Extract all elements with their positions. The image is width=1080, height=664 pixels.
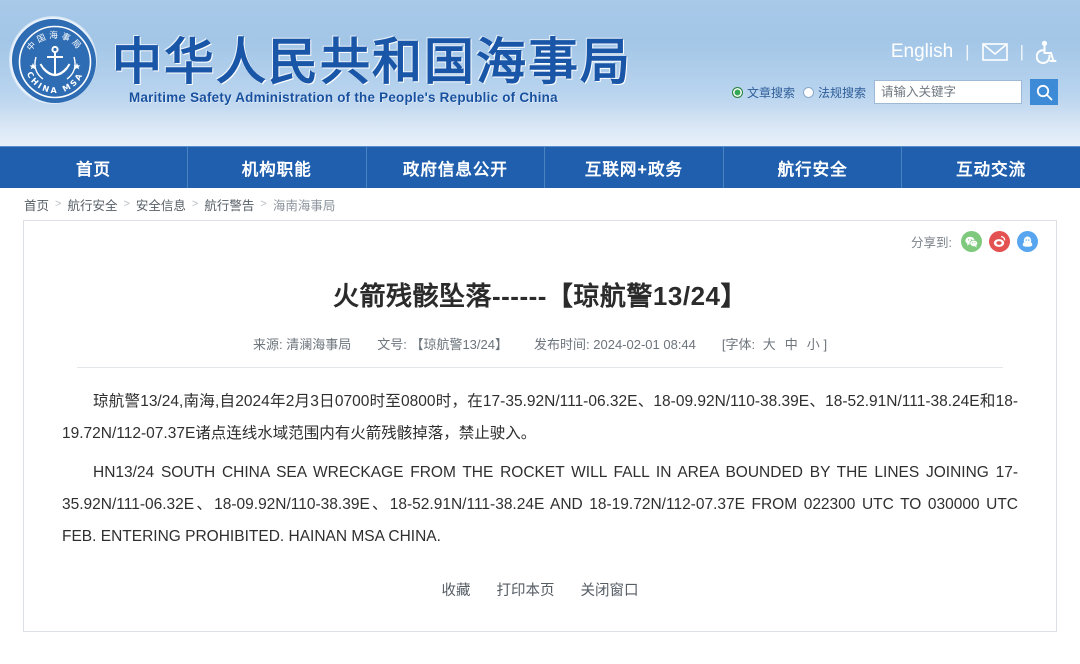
english-link[interactable]: English (891, 41, 953, 63)
font-size-large[interactable]: 大 (763, 334, 776, 353)
article-title: 火箭残骸坠落------【琼航警13/24】 (332, 281, 747, 312)
nav-item-egov[interactable]: 互联网+政务 (545, 147, 724, 188)
meta-source: 来源: 清澜海事局 (253, 334, 351, 353)
search-button[interactable] (1030, 79, 1058, 105)
main-navigation: 首页 机构职能 政府信息公开 互联网+政务 航行安全 互动交流 (0, 146, 1080, 188)
radio-article-search[interactable]: 文章搜索 (731, 84, 795, 101)
nav-item-home[interactable]: 首页 (0, 147, 188, 188)
font-size-control: [字体: 大 中 小 ] (722, 334, 827, 353)
breadcrumb-item-nav-warning[interactable]: 航行警告 (204, 195, 254, 214)
radio-regulation-label: 法规搜索 (817, 85, 866, 100)
meta-publish-label: 发布时间: (534, 337, 590, 353)
radio-regulation-search[interactable]: 法规搜索 (802, 84, 866, 101)
meta-docnum: 文号: 【琼航警13/24】 (377, 334, 508, 353)
article-card: 分享到: 火箭残骸坠落------【琼航警13/24】 来源: 清澜海事局 文号… (23, 220, 1057, 632)
link-separator-2: | (1019, 42, 1024, 61)
article-body: 琼航警13/24,南海,自2024年2月3日0700时至0800时，在17-35… (24, 368, 1056, 553)
breadcrumb-item-home[interactable]: 首页 (24, 195, 49, 214)
radio-dot-selected-icon (731, 86, 743, 98)
qq-icon[interactable] (1017, 231, 1038, 252)
meta-docnum-label: 文号: (377, 337, 407, 353)
envelope-icon[interactable] (981, 43, 1008, 61)
search-input[interactable] (874, 80, 1022, 104)
wheelchair-icon[interactable] (1036, 40, 1058, 64)
close-window-link[interactable]: 关闭窗口 (581, 579, 639, 600)
site-header: 中国海事局 CHINA MSA 中华人民共和国海事局 Maritime Safe… (0, 0, 1080, 146)
breadcrumb-separator: > (123, 198, 130, 210)
search-icon (1036, 84, 1053, 101)
nav-item-gov-info[interactable]: 政府信息公开 (367, 147, 546, 188)
print-page-link[interactable]: 打印本页 (497, 579, 555, 600)
weibo-icon[interactable] (989, 231, 1010, 252)
article-footer-actions: 收藏 打印本页 关闭窗口 (24, 579, 1056, 600)
favorite-link[interactable]: 收藏 (442, 579, 471, 600)
breadcrumb: 首页 > 航行安全 > 安全信息 > 航行警告 > 海南海事局 (0, 188, 1080, 220)
nav-item-functions[interactable]: 机构职能 (188, 147, 367, 188)
breadcrumb-separator: > (260, 198, 267, 210)
link-separator-1: | (965, 42, 970, 61)
article-paragraph-cn: 琼航警13/24,南海,自2024年2月3日0700时至0800时，在17-35… (62, 393, 1018, 443)
breadcrumb-separator: > (55, 198, 62, 210)
breadcrumb-item-hainan-msa: 海南海事局 (272, 198, 336, 213)
share-label: 分享到: (911, 236, 952, 250)
breadcrumb-item-safety-info[interactable]: 安全信息 (136, 195, 186, 214)
radio-dot-icon (802, 86, 814, 98)
font-size-small[interactable]: 小 (807, 334, 820, 353)
font-size-suffix: ] (823, 337, 828, 353)
nav-item-interaction[interactable]: 互动交流 (902, 147, 1080, 188)
header-search: 文章搜索 法规搜索 (731, 79, 1058, 105)
radio-article-label: 文章搜索 (746, 85, 795, 100)
article-meta: 来源: 清澜海事局 文号: 【琼航警13/24】 发布时间: 2024-02-0… (24, 334, 1056, 353)
msa-emblem-logo: 中国海事局 CHINA MSA (10, 17, 96, 103)
wechat-icon[interactable] (961, 231, 982, 252)
org-subtitle: Maritime Safety Administration of the Pe… (129, 90, 558, 105)
header-utility-links: English | | (891, 40, 1058, 64)
org-title: 中华人民共和国海事局 (112, 34, 632, 90)
meta-source-value: 清澜海事局 (286, 337, 352, 353)
meta-source-label: 来源: (252, 337, 283, 353)
share-bar: 分享到: (911, 231, 1038, 252)
breadcrumb-item-nav-safety[interactable]: 航行安全 (67, 195, 117, 214)
font-size-prefix: [字体: (721, 337, 756, 353)
meta-publish-value: 2024-02-01 08:44 (593, 337, 696, 353)
breadcrumb-separator: > (191, 198, 199, 210)
font-size-medium[interactable]: 中 (785, 334, 798, 353)
article-paragraph-en: HN13/24 SOUTH CHINA SEA WRECKAGE FROM TH… (62, 463, 1018, 546)
nav-item-nav-safety[interactable]: 航行安全 (724, 147, 903, 188)
meta-docnum-value: 【琼航警13/24】 (410, 337, 508, 353)
meta-publish: 发布时间: 2024-02-01 08:44 (534, 334, 696, 353)
